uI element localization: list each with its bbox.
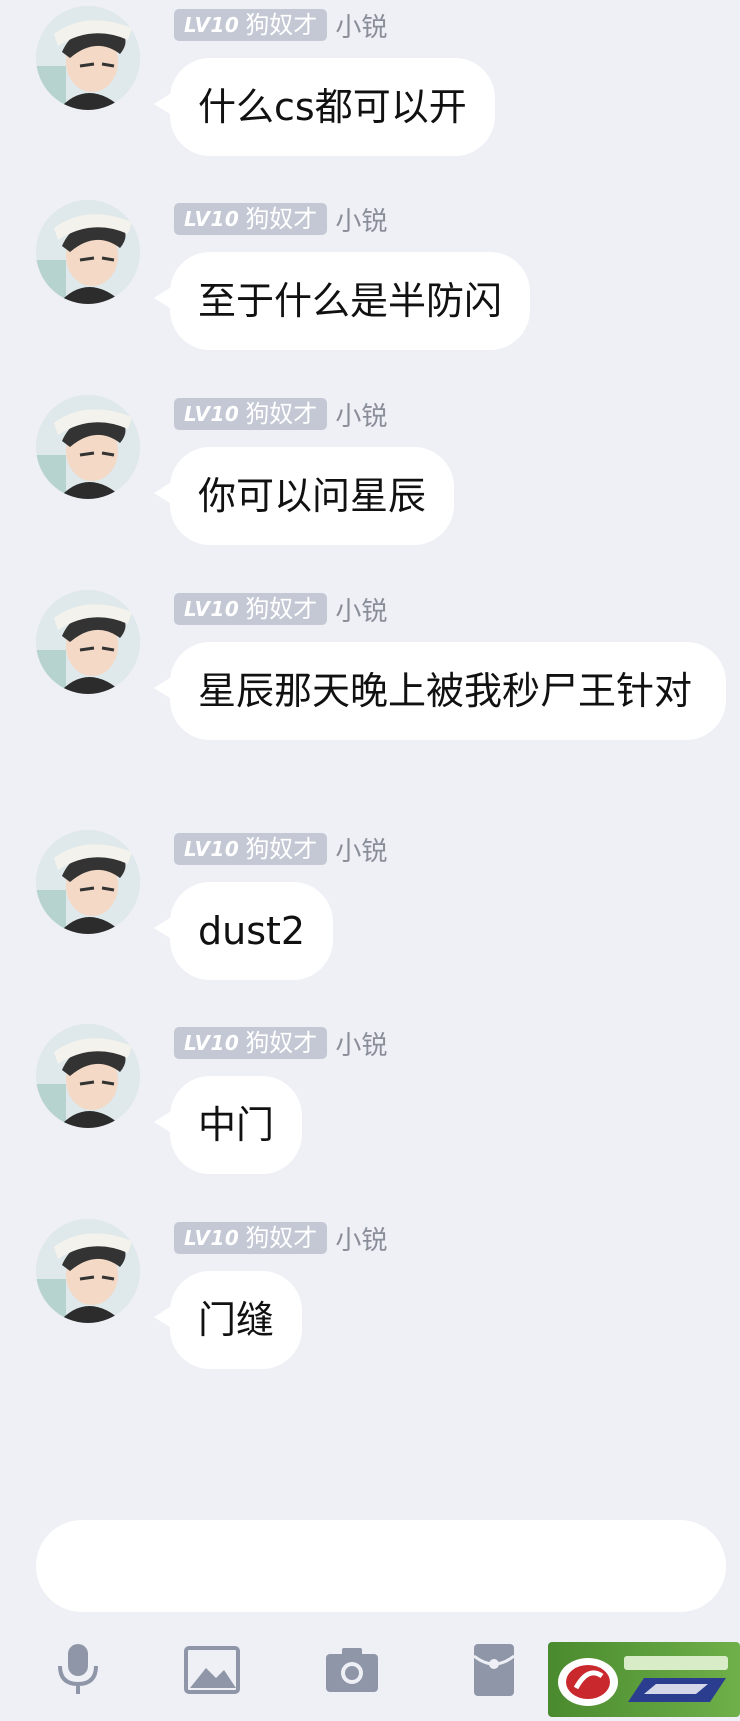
message-text: dust2: [198, 909, 306, 953]
image-icon: [184, 1646, 240, 1694]
bubble-tail: [154, 284, 176, 312]
member-title: 狗奴才: [245, 400, 318, 428]
sender-name[interactable]: 小锐: [335, 1220, 387, 1257]
sender-name[interactable]: 小锐: [335, 7, 387, 44]
camera-icon: [326, 1648, 378, 1692]
level-label: LV10: [184, 402, 240, 426]
level-label: LV10: [184, 13, 240, 37]
avatar[interactable]: [36, 1024, 140, 1128]
message-bubble[interactable]: 中门: [154, 1076, 303, 1174]
microphone-button[interactable]: [46, 1638, 110, 1702]
message-meta: LV10 狗奴才 小锐: [174, 1025, 387, 1062]
sender-name[interactable]: 小锐: [335, 591, 387, 628]
message-text: 至于什么是半防闪: [198, 279, 503, 323]
avatar-image: [36, 200, 140, 304]
bubble-tail: [154, 479, 176, 507]
message-text: 星辰那天晚上被我秒尸王针对: [198, 669, 693, 713]
message-input[interactable]: [36, 1520, 726, 1612]
level-label: LV10: [184, 837, 240, 861]
member-title: 狗奴才: [245, 205, 318, 233]
sender-name[interactable]: 小锐: [335, 831, 387, 868]
level-badge: LV10 狗奴才: [174, 1222, 328, 1254]
level-label: LV10: [184, 597, 240, 621]
message-meta: LV10 狗奴才 小锐: [174, 591, 387, 628]
red-packet-button[interactable]: [462, 1638, 526, 1702]
bubble-tail: [154, 90, 176, 118]
member-title: 狗奴才: [245, 1224, 318, 1252]
message-bubble[interactable]: 什么cs都可以开: [154, 58, 495, 156]
avatar[interactable]: [36, 200, 140, 304]
sender-name[interactable]: 小锐: [335, 396, 387, 433]
member-title: 狗奴才: [245, 11, 318, 39]
avatar-image: [36, 1024, 140, 1128]
watermark-logo: [548, 1642, 740, 1717]
level-badge: LV10 狗奴才: [174, 833, 328, 865]
member-title: 狗奴才: [245, 1029, 318, 1057]
bubble-tail: [154, 674, 176, 702]
message-bubble[interactable]: 星辰那天晚上被我秒尸王针对: [154, 642, 726, 740]
message-bubble[interactable]: 门缝: [154, 1271, 303, 1369]
message-text: 中门: [198, 1103, 275, 1147]
message-meta: LV10 狗奴才 小锐: [174, 831, 387, 868]
message-meta: LV10 狗奴才 小锐: [174, 1220, 387, 1257]
level-badge: LV10 狗奴才: [174, 9, 328, 41]
level-badge: LV10 狗奴才: [174, 593, 328, 625]
level-badge: LV10 狗奴才: [174, 398, 328, 430]
avatar-image: [36, 1219, 140, 1323]
message-meta: LV10 狗奴才 小锐: [174, 7, 387, 44]
watermark-image: [558, 1656, 728, 1706]
avatar-image: [36, 6, 140, 110]
avatar[interactable]: [36, 830, 140, 934]
member-title: 狗奴才: [245, 835, 318, 863]
chat-message-list[interactable]: LV10 狗奴才 小锐 什么cs都可以开 LV10 狗奴才 小锐 至于什么是半防…: [0, 0, 740, 1500]
bubble-tail: [154, 1108, 176, 1136]
message-bubble[interactable]: 至于什么是半防闪: [154, 252, 531, 350]
avatar-image: [36, 830, 140, 934]
message-meta: LV10 狗奴才 小锐: [174, 396, 387, 433]
level-badge: LV10 狗奴才: [174, 1027, 328, 1059]
message-meta: LV10 狗奴才 小锐: [174, 201, 387, 238]
bubble-tail: [154, 1303, 176, 1331]
level-label: LV10: [184, 1226, 240, 1250]
microphone-icon: [58, 1644, 98, 1694]
message-text: 什么cs都可以开: [198, 85, 467, 129]
level-label: LV10: [184, 1031, 240, 1055]
sender-name[interactable]: 小锐: [335, 1025, 387, 1062]
message-bubble[interactable]: 你可以问星辰: [154, 447, 455, 545]
sender-name[interactable]: 小锐: [335, 201, 387, 238]
level-label: LV10: [184, 207, 240, 231]
camera-button[interactable]: [320, 1638, 384, 1702]
level-badge: LV10 狗奴才: [174, 203, 328, 235]
avatar-image: [36, 395, 140, 499]
avatar[interactable]: [36, 6, 140, 110]
message-bubble[interactable]: dust2: [154, 882, 334, 980]
avatar[interactable]: [36, 395, 140, 499]
avatar[interactable]: [36, 590, 140, 694]
red-packet-icon: [473, 1644, 515, 1696]
avatar[interactable]: [36, 1219, 140, 1323]
message-text: 你可以问星辰: [198, 474, 427, 518]
message-text: 门缝: [198, 1298, 275, 1342]
bubble-tail: [154, 914, 176, 942]
image-button[interactable]: [180, 1638, 244, 1702]
avatar-image: [36, 590, 140, 694]
member-title: 狗奴才: [245, 595, 318, 623]
